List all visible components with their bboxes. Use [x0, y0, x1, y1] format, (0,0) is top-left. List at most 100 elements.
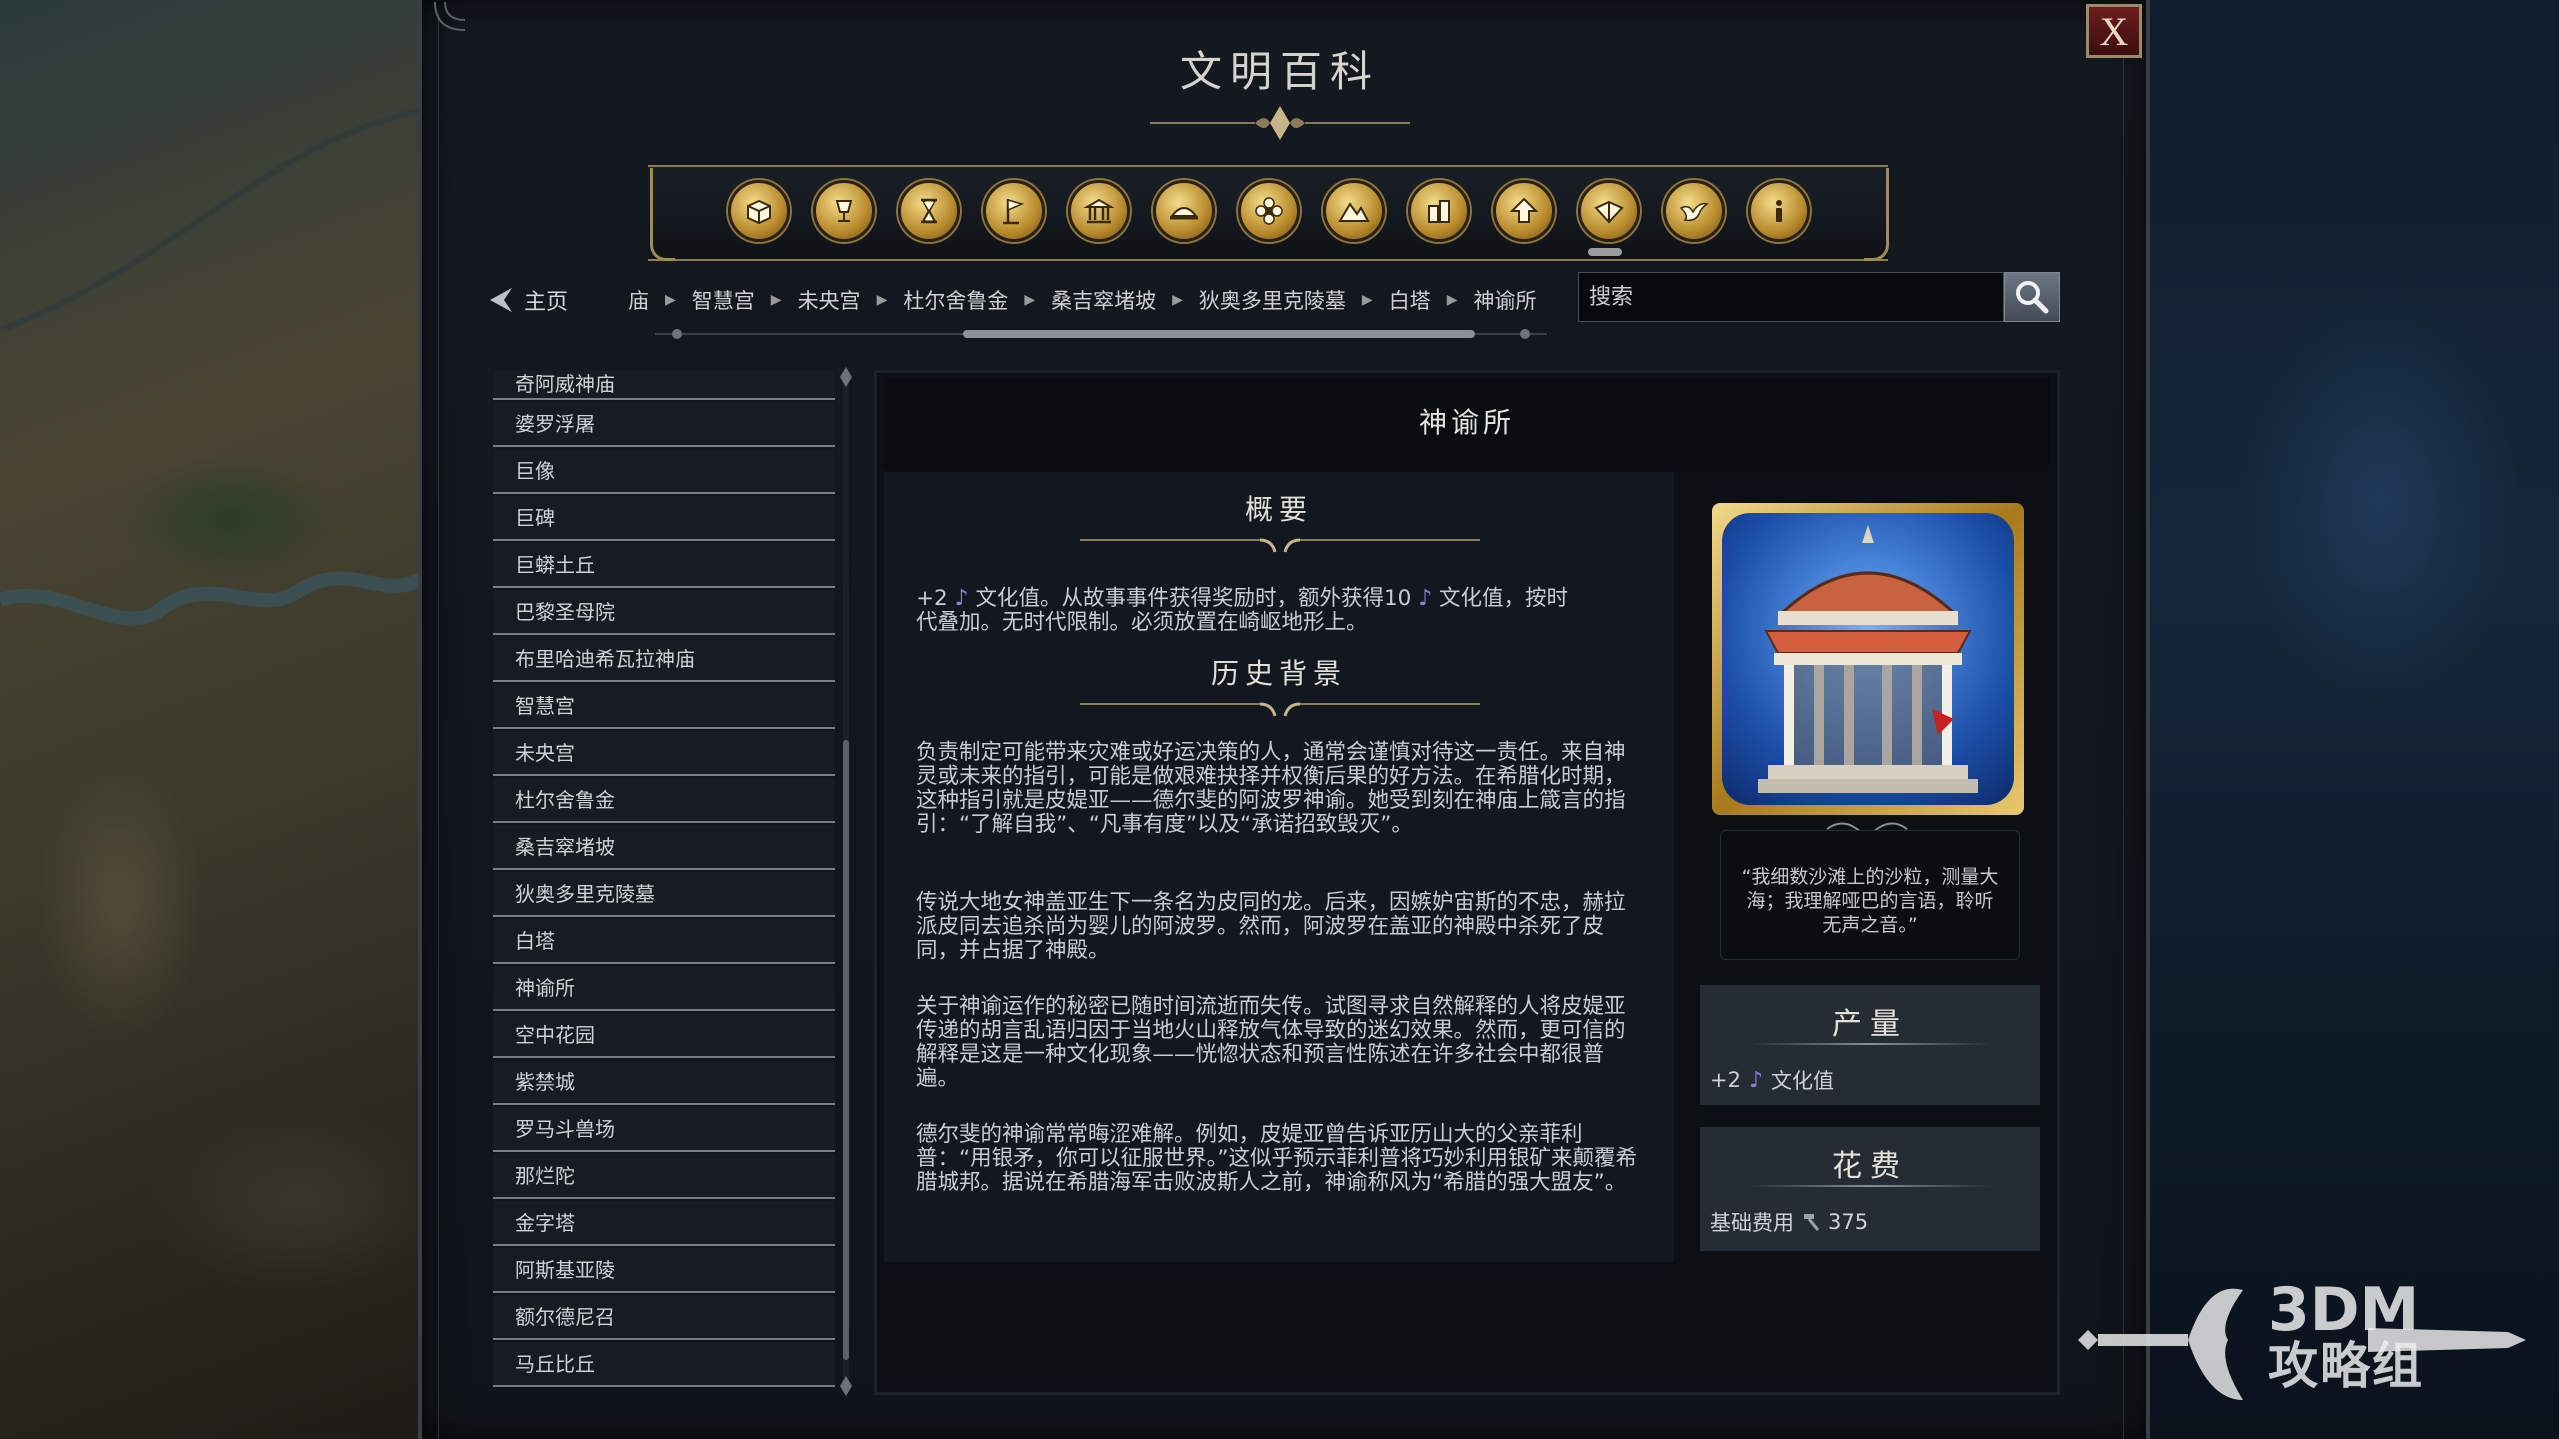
list-item[interactable]: 奇阿威神庙: [493, 370, 835, 400]
breadcrumb-separator-icon: ▶: [1024, 292, 1036, 308]
category-city-icon[interactable]: [1408, 180, 1470, 242]
overview-text-2: 文化值，按时: [1439, 586, 1569, 611]
breadcrumb: 庙 ▶ 智慧宫 ▶ 未央宫 ▶ 杜尔舍鲁金 ▶ 桑吉窣堵坡 ▶ 狄奥多里克陵墓 ▶ 白塔 ▶ …: [628, 282, 1536, 318]
breadcrumb-separator-icon: ▶: [770, 292, 782, 308]
overview-bonus-value: +2: [916, 586, 948, 611]
yield-row: +2 ♪ 文化值: [1700, 1045, 2040, 1095]
culture-note-icon: ♪: [1418, 586, 1433, 611]
breadcrumb-item[interactable]: 杜尔舍鲁金: [903, 285, 1008, 315]
overview-heading: 概要: [1244, 493, 1313, 526]
list-item[interactable]: 狄奥多里克陵墓: [493, 872, 835, 917]
list-item[interactable]: 未央宫: [493, 731, 835, 776]
breadcrumb-item[interactable]: 未央宫: [798, 285, 861, 315]
back-arrow-icon: [490, 288, 512, 312]
category-crate-icon[interactable]: [728, 180, 790, 242]
cost-box: 花费 基础费用 375: [1700, 1127, 2040, 1251]
list-item[interactable]: 桑吉窣堵坡: [493, 825, 835, 870]
watermark-brand: 3DM: [2268, 1275, 2420, 1345]
list-item[interactable]: 巨像: [493, 449, 835, 494]
list-item[interactable]: 巴黎圣母院: [493, 590, 835, 635]
overview-text-1: 文化值。从故事事件获得奖励时，额外获得10: [975, 586, 1412, 611]
scroll-down-icon[interactable]: [838, 1374, 854, 1398]
category-bar-cap-right: [1864, 168, 1889, 261]
breadcrumb-item[interactable]: 白塔: [1389, 285, 1431, 315]
list-item[interactable]: 智慧宫: [493, 684, 835, 729]
section-divider-ornament: [1080, 702, 1480, 717]
list-item[interactable]: 阿斯基亚陵: [493, 1248, 835, 1293]
watermark-subtitle: 攻略组: [2268, 1337, 2424, 1395]
list-item[interactable]: 巨碑: [493, 496, 835, 541]
scroll-up-icon[interactable]: [838, 365, 854, 389]
breadcrumb-separator-icon: ▶: [876, 292, 888, 308]
history-paragraph: 负责制定可能带来灾难或好运决策的人，通常会谨慎对待这一责任。来自神灵或未来的指引…: [916, 740, 1626, 837]
search-icon: [2016, 281, 2049, 314]
map-background-right: [2130, 0, 2559, 1439]
breadcrumb-separator-icon: ▶: [665, 292, 676, 308]
category-book-icon[interactable]: [1578, 180, 1640, 242]
list-item[interactable]: 紫禁城: [493, 1060, 835, 1105]
culture-note-icon: ♪: [954, 586, 969, 611]
category-info-icon[interactable]: [1748, 180, 1810, 242]
list-item[interactable]: 婆罗浮屠: [493, 402, 835, 447]
breadcrumb-item[interactable]: 智慧宫: [692, 285, 755, 315]
list-item[interactable]: 布里哈迪希瓦拉神庙: [493, 637, 835, 682]
page-title: 文明百科: [1179, 47, 1380, 96]
yield-box: 产量 +2 ♪ 文化值: [1700, 985, 2040, 1105]
wonder-portrait: [1722, 513, 2014, 805]
list-item[interactable]: 巨蟒土丘: [493, 543, 835, 588]
category-dove-icon[interactable]: [1663, 180, 1725, 242]
breadcrumb-item[interactable]: 庙: [628, 285, 649, 315]
list-item[interactable]: 白塔: [493, 919, 835, 964]
breadcrumb-item[interactable]: 狄奥多里克陵墓: [1199, 285, 1346, 315]
search-button[interactable]: [2004, 272, 2060, 322]
list-item[interactable]: 空中花园: [493, 1013, 835, 1058]
wonder-quote: “我细数沙滩上的沙粒，测量大海；我理解哑巴的言语，聆听无声之音。”: [1720, 830, 2020, 960]
category-mountains-icon[interactable]: [1323, 180, 1385, 242]
close-button[interactable]: X: [2086, 4, 2142, 58]
map-river: [0, 107, 424, 626]
breadcrumb-separator-icon: ▶: [1172, 292, 1183, 308]
wonder-list: 奇阿威神庙 婆罗浮屠 巨像 巨碑 巨蟒土丘 巴黎圣母院 布里哈迪希瓦拉神庙 智慧…: [493, 370, 835, 1395]
search-input[interactable]: [1578, 272, 2004, 322]
category-hourglass-icon[interactable]: [898, 180, 960, 242]
category-dome-icon[interactable]: [1153, 180, 1215, 242]
category-goblet-icon[interactable]: [813, 180, 875, 242]
breadcrumb-item-current[interactable]: 神谕所: [1473, 285, 1536, 315]
yield-label: 文化值: [1771, 1069, 1835, 1093]
history-paragraph: 传说大地女神盖亚生下一条名为皮同的龙。后来，因嫉妒宙斯的不忠，赫拉派皮同去追杀尚…: [916, 890, 1626, 963]
breadcrumb-item[interactable]: 桑吉窣堵坡: [1051, 285, 1156, 315]
list-scrollbar-thumb[interactable]: [843, 740, 849, 1360]
history-paragraph: 德尔斐的神谕常常晦涩难解。例如，皮媞亚曾告诉亚历山大的父亲菲利普：“用银矛，你可…: [916, 1122, 1638, 1195]
yield-heading: 产量: [1832, 1007, 1908, 1042]
culture-note-icon: ♪: [1748, 1067, 1764, 1093]
watermark-text: 3DM 攻略组: [2268, 1280, 2508, 1395]
cost-heading: 花费: [1832, 1149, 1908, 1184]
wonder-portrait-frame: [1712, 503, 2024, 815]
category-up-arrow-icon[interactable]: [1493, 180, 1555, 242]
breadcrumb-separator-icon: ▶: [1361, 292, 1373, 308]
list-item[interactable]: 杜尔舍鲁金: [493, 778, 835, 823]
list-item[interactable]: 额尔德尼召: [493, 1295, 835, 1340]
breadcrumb-scrollbar[interactable]: [655, 326, 1547, 342]
list-item[interactable]: 金字塔: [493, 1201, 835, 1246]
category-building-icon[interactable]: [1068, 180, 1130, 242]
category-flag-icon[interactable]: [983, 180, 1045, 242]
list-item[interactable]: 马丘比丘: [493, 1342, 835, 1387]
hammer-icon: [1804, 1214, 1820, 1231]
oracle-temple-icon: [1758, 525, 1978, 793]
category-selected-indicator: [1588, 248, 1622, 256]
yield-value: +2: [1710, 1068, 1741, 1092]
title-ornament: [1150, 106, 1410, 140]
history-heading: 历史背景: [1210, 657, 1347, 690]
corner-ornament: [434, 1, 466, 31]
section-divider-ornament: [1080, 538, 1480, 553]
home-link[interactable]: 主页: [486, 282, 568, 318]
category-bar-cap-left: [650, 168, 675, 261]
category-flower-icon[interactable]: [1238, 180, 1300, 242]
list-item[interactable]: 罗马斗兽场: [493, 1107, 835, 1152]
list-item-selected[interactable]: 神谕所: [493, 966, 835, 1011]
overview-text: +2 ♪ 文化值。从故事事件获得奖励时，额外获得10 ♪ 文化值，按时 代叠加。…: [916, 587, 1642, 635]
cost-value: 375: [1828, 1210, 1869, 1234]
home-label: 主页: [524, 290, 569, 315]
list-item[interactable]: 那烂陀: [493, 1154, 835, 1199]
